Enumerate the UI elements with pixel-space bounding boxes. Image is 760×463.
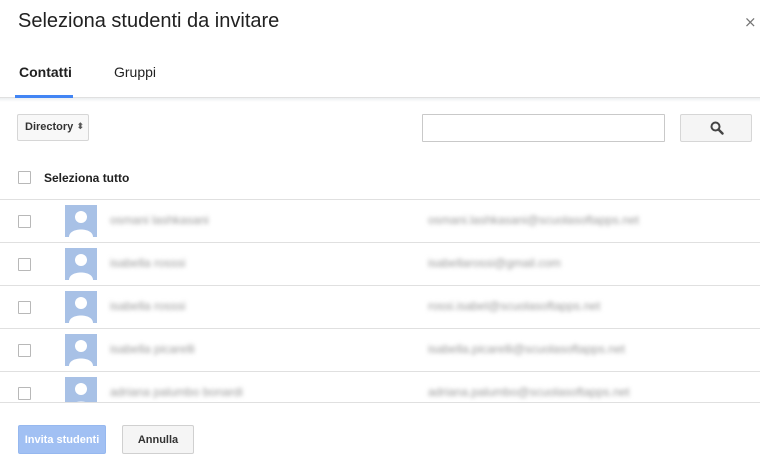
contact-email: isabellarossi@gmail.com <box>428 256 561 270</box>
row-checkbox[interactable] <box>18 301 31 314</box>
contact-name: isabella rosssi <box>110 299 186 313</box>
close-icon[interactable]: × <box>744 12 757 32</box>
avatar <box>65 248 97 280</box>
cancel-button[interactable]: Annulla <box>122 425 194 454</box>
default-avatar-icon <box>69 254 93 280</box>
table-row: isabella picarelli isabella.picarelli@sc… <box>0 329 760 372</box>
sort-arrows-icon: ⬍ <box>76 122 84 132</box>
row-checkbox[interactable] <box>18 344 31 357</box>
row-checkbox[interactable] <box>18 387 31 400</box>
avatar <box>65 291 97 323</box>
invite-students-dialog: Seleziona studenti da invitare × Contatt… <box>0 0 760 463</box>
dialog-title: Seleziona studenti da invitare <box>18 10 280 32</box>
contact-email: rossi.isabel@scuolasoftapps.net <box>428 299 601 313</box>
default-avatar-icon <box>69 297 93 323</box>
contact-email: isabella.picarelli@scuolasoftapps.net <box>428 342 625 356</box>
row-checkbox[interactable] <box>18 215 31 228</box>
contact-name: isabella picarelli <box>110 342 195 356</box>
avatar <box>65 205 97 237</box>
table-row: isabella rosssi rossi.isabel@scuolasofta… <box>0 286 760 329</box>
row-checkbox[interactable] <box>18 258 31 271</box>
select-all-checkbox[interactable] <box>18 171 31 184</box>
table-row: adriana palumbo bonardi adriana.palumbo@… <box>0 372 760 402</box>
tab-contatti[interactable]: Contatti <box>19 64 72 80</box>
avatar <box>65 377 97 402</box>
table-row: osmani lashkasani osmani.lashkasani@scuo… <box>0 200 760 243</box>
default-avatar-icon <box>75 383 87 402</box>
tab-gruppi[interactable]: Gruppi <box>114 64 156 80</box>
contact-email: adriana.palumbo@scuolasoftapps.net <box>428 385 630 399</box>
invite-students-button[interactable]: Invita studenti <box>18 425 106 454</box>
default-avatar-icon <box>69 211 93 237</box>
default-avatar-icon <box>69 340 93 366</box>
dialog-footer: Invita studenti Annulla <box>0 403 760 463</box>
directory-select[interactable]: Directory ⬍ <box>17 114 89 141</box>
contact-name: isabella rosssi <box>110 256 186 270</box>
search-input[interactable] <box>422 114 665 142</box>
contact-email: osmani.lashkasani@scuolasoftapps.net <box>428 213 639 227</box>
table-row: isabella rosssi isabellarossi@gmail.com <box>0 243 760 286</box>
contact-name: osmani lashkasani <box>110 213 209 227</box>
avatar <box>65 334 97 366</box>
tab-bar: Contatti Gruppi <box>0 52 760 98</box>
tab-bar-shadow <box>0 98 760 102</box>
search-button[interactable] <box>680 114 752 142</box>
search-icon <box>710 121 724 135</box>
contacts-list[interactable]: osmani lashkasani osmani.lashkasani@scuo… <box>0 200 760 403</box>
directory-select-label: Directory <box>25 121 74 133</box>
contact-name: adriana palumbo bonardi <box>110 385 243 399</box>
select-all-row: Seleziona tutto <box>0 157 760 200</box>
select-all-label: Seleziona tutto <box>44 171 130 185</box>
